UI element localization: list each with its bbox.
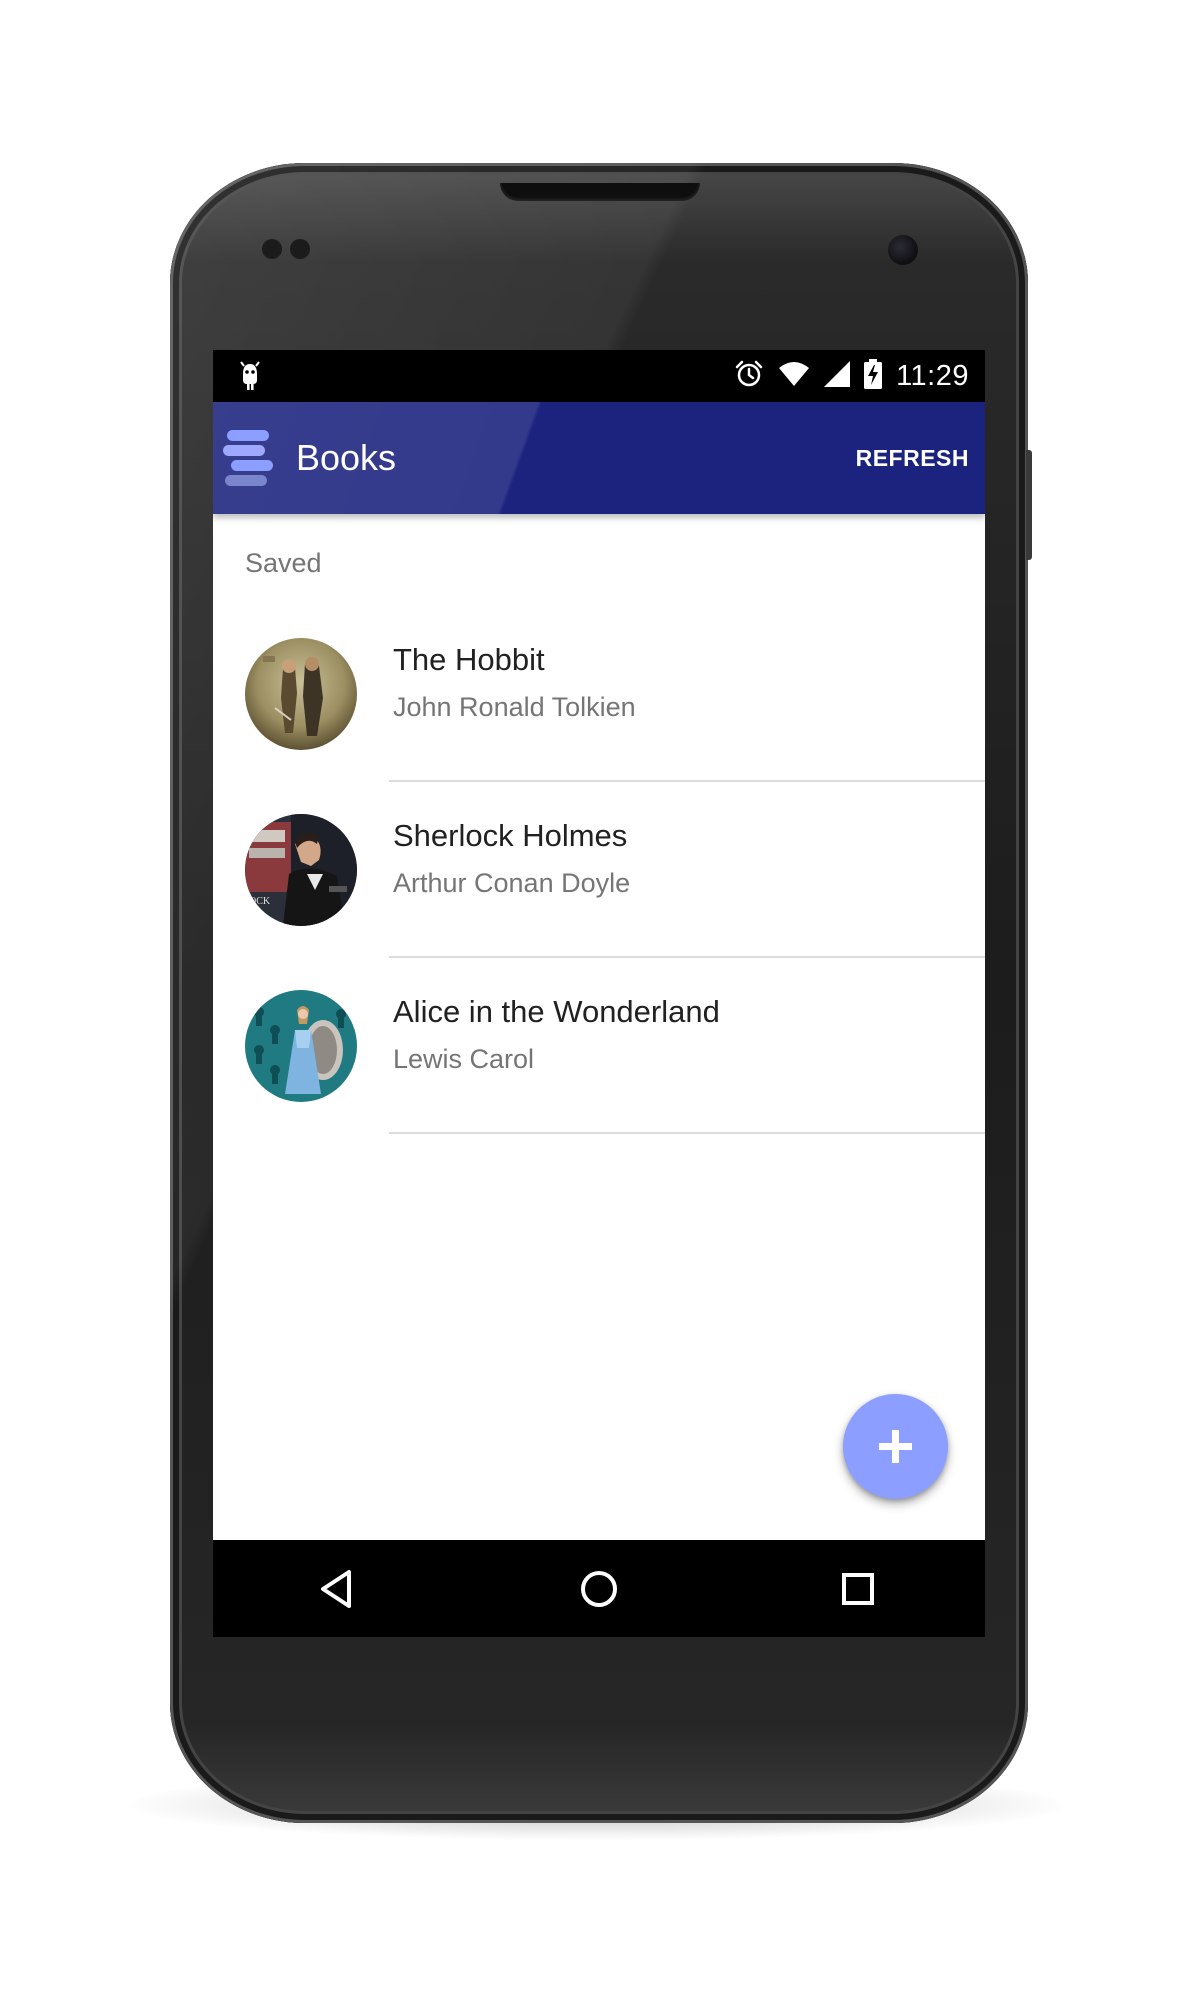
front-camera — [888, 235, 918, 265]
svg-text:OCK: OCK — [249, 896, 271, 907]
book-title: The Hobbit — [393, 642, 545, 677]
earpiece-speaker — [500, 183, 700, 201]
alice-cover-image — [245, 990, 357, 1102]
refresh-button[interactable]: REFRESH — [856, 402, 969, 514]
plus-icon — [879, 1430, 912, 1463]
book-list-item[interactable]: The Hobbit John Ronald Tolkien — [213, 606, 985, 782]
book-title: Alice in the Wonderland — [393, 994, 720, 1029]
navigation-bar — [213, 1540, 985, 1637]
book-list: The Hobbit John Ronald Tolkien OCK ES Sh… — [213, 606, 985, 1134]
signal-icon — [824, 360, 851, 392]
sherlock-cover-image: OCK ES — [245, 814, 357, 926]
add-book-fab[interactable] — [843, 1394, 948, 1499]
list-divider — [389, 1132, 985, 1134]
android-debug-icon — [235, 360, 265, 392]
wifi-icon — [778, 360, 810, 393]
alarm-icon — [734, 359, 764, 394]
back-icon[interactable] — [311, 1562, 365, 1616]
book-author: Arthur Conan Doyle — [393, 868, 631, 898]
home-icon[interactable] — [572, 1562, 626, 1616]
recents-icon[interactable] — [831, 1562, 885, 1616]
app-title: Books — [296, 437, 397, 478]
status-time: 11:29 — [896, 359, 969, 392]
section-header-saved: Saved — [245, 548, 322, 578]
book-title: Sherlock Holmes — [393, 818, 628, 853]
device-mockup-stage: 11:29 Books REFRESH Saved The Hobbit Joh… — [0, 0, 1195, 1994]
app-screen: 11:29 Books REFRESH Saved The Hobbit Joh… — [213, 350, 985, 1637]
book-author: Lewis Carol — [393, 1044, 535, 1074]
book-author: John Ronald Tolkien — [393, 692, 636, 722]
hobbit-cover-image — [245, 638, 357, 750]
battery-charging-icon — [864, 358, 883, 394]
svg-text:ES: ES — [249, 908, 261, 919]
proximity-sensors — [262, 239, 322, 261]
app-bar: Books REFRESH — [213, 402, 985, 514]
power-button — [1026, 450, 1032, 560]
book-list-item[interactable]: Alice in the Wonderland Lewis Carol — [213, 958, 985, 1134]
book-list-item[interactable]: OCK ES Sherlock Holmes Arthur Conan Doyl… — [213, 782, 985, 958]
books-logo-icon — [221, 428, 281, 490]
status-bar: 11:29 — [213, 350, 985, 402]
